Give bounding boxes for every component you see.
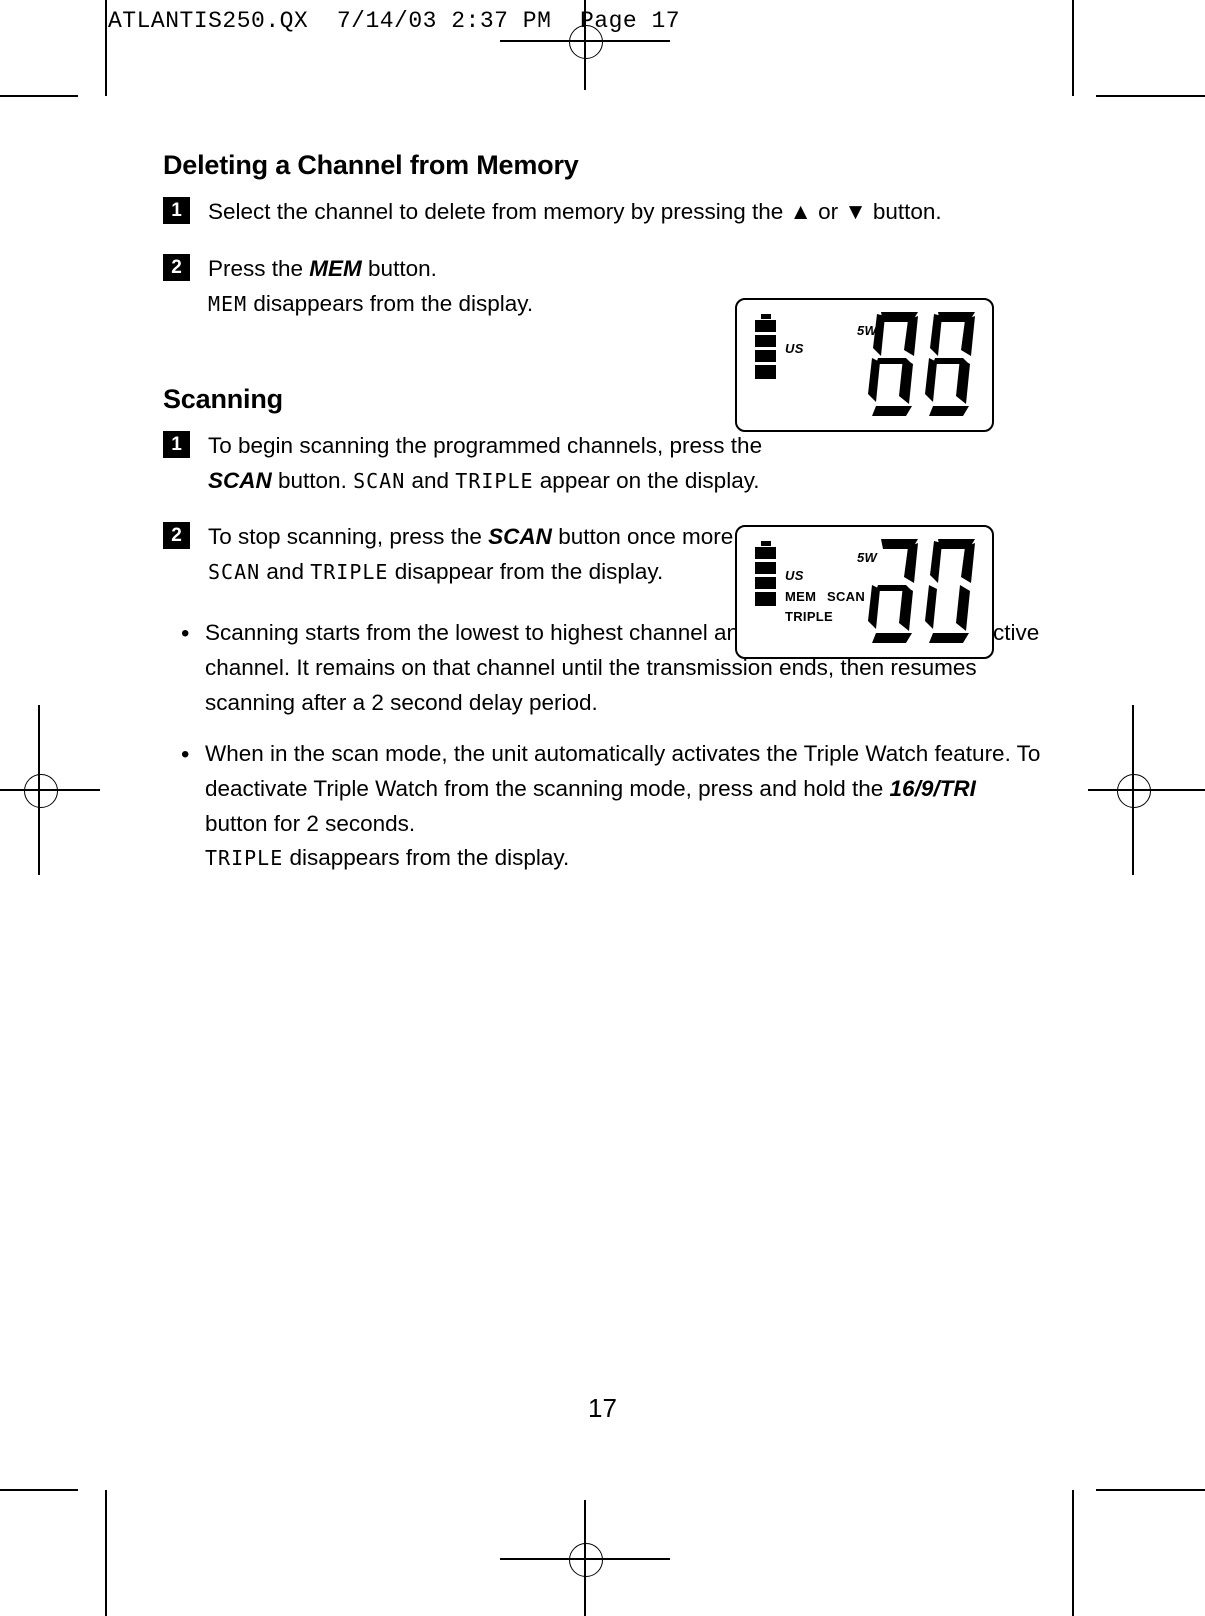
- step-text: Select the channel to delete from memory…: [208, 199, 942, 224]
- registration-left-circle: [24, 774, 58, 808]
- lcd-display-scan: US 5W MEM SCAN TRIPLE: [735, 525, 994, 659]
- registration-right-circle: [1117, 774, 1151, 808]
- step-text-post: button.: [361, 255, 437, 281]
- lcd-display-delete: US 5W: [735, 298, 994, 432]
- button-name-mem: MEM: [309, 255, 362, 281]
- battery-cap: [761, 314, 771, 319]
- seven-segment-digit: [868, 539, 918, 643]
- lcd-label-mem: MEM: [785, 589, 817, 604]
- step-text-mid2: and: [260, 559, 311, 585]
- bullet-text-tail: disappears from the display.: [283, 845, 570, 871]
- lcd-word-mem: MEM: [208, 291, 248, 316]
- step-number-badge: 2: [163, 522, 190, 550]
- seven-segment-digit: [925, 539, 975, 643]
- step-number-badge: 2: [163, 253, 190, 281]
- step-number-badge: 1: [163, 197, 190, 224]
- seven-segment-digit: [925, 312, 975, 416]
- lcd-label-triple: TRIPLE: [785, 609, 834, 624]
- step-text-mid: button.: [271, 467, 354, 493]
- step-text-tail: disappears from the display.: [247, 290, 534, 316]
- step-text-post: appear on the display.: [533, 467, 760, 493]
- step-text-pre: Press the: [208, 255, 310, 281]
- crop-mark-bottom-right-vertical: [1072, 1490, 1074, 1616]
- lcd-label-scan: SCAN: [827, 589, 866, 604]
- registration-bottom-circle: [569, 1543, 603, 1577]
- step-text-mid2: and: [405, 467, 456, 493]
- page-content: Deleting a Channel from Memory 1 Select …: [163, 150, 1043, 892]
- step-delete-1: 1 Select the channel to delete from memo…: [163, 195, 1043, 230]
- lcd-word-scan: SCAN: [353, 468, 406, 493]
- battery-cap: [761, 541, 771, 546]
- battery-segment: [755, 592, 776, 606]
- button-name-16-9-tri: 16/9/TRI: [889, 775, 976, 801]
- crop-mark-bottom-left-vertical: [105, 1490, 107, 1616]
- lcd-channel-digits: [866, 537, 980, 645]
- lcd-word-triple: TRIPLE: [205, 846, 284, 871]
- battery-icon: [755, 314, 777, 382]
- battery-icon: [755, 541, 777, 609]
- step-text-pre: To begin scanning the programmed channel…: [208, 432, 763, 458]
- crop-mark-top-right-horizontal: [1096, 95, 1205, 97]
- battery-segment: [755, 320, 776, 332]
- step-text-mid: button once more.: [551, 524, 740, 550]
- print-slug: ATLANTIS250.QX 7/14/03 2:37 PM Page 17: [108, 8, 681, 34]
- battery-segment: [755, 335, 776, 347]
- lcd-word-triple: TRIPLE: [455, 468, 534, 493]
- lcd-word-triple: TRIPLE: [310, 560, 389, 585]
- crop-mark-top-left-vertical: [105, 0, 107, 96]
- lcd-channel-digits: [866, 310, 980, 418]
- lcd-label-us: US: [785, 568, 804, 583]
- page-title-deleting: Deleting a Channel from Memory: [163, 150, 579, 180]
- page-number: 17: [588, 1393, 617, 1423]
- seven-segment-digit: [868, 312, 918, 416]
- step-text-pre: To stop scanning, press the: [208, 524, 489, 550]
- bullet-text-post: button for 2 seconds.: [205, 810, 416, 836]
- step-scan-1: 1 To begin scanning the programmed chann…: [163, 429, 768, 499]
- button-name-scan: SCAN: [488, 524, 552, 550]
- crop-mark-top-right-vertical: [1072, 0, 1074, 96]
- battery-segment: [755, 350, 776, 362]
- step-scan-2: 2 To stop scanning, press the SCAN butto…: [163, 520, 768, 590]
- crop-mark-bottom-right-horizontal: [1096, 1489, 1205, 1491]
- step-number-badge: 1: [163, 430, 190, 458]
- battery-segment: [755, 547, 776, 559]
- battery-segment: [755, 365, 776, 379]
- crop-mark-top-left-horizontal: [0, 95, 78, 97]
- lcd-label-us: US: [785, 341, 804, 356]
- list-item: When in the scan mode, the unit automati…: [163, 736, 1043, 877]
- battery-segment: [755, 577, 776, 589]
- lcd-word-scan: SCAN: [208, 560, 261, 585]
- button-name-scan: SCAN: [208, 467, 272, 493]
- battery-segment: [755, 562, 776, 574]
- step-text-post: disappear from the display.: [388, 559, 664, 585]
- crop-mark-bottom-left-horizontal: [0, 1489, 78, 1491]
